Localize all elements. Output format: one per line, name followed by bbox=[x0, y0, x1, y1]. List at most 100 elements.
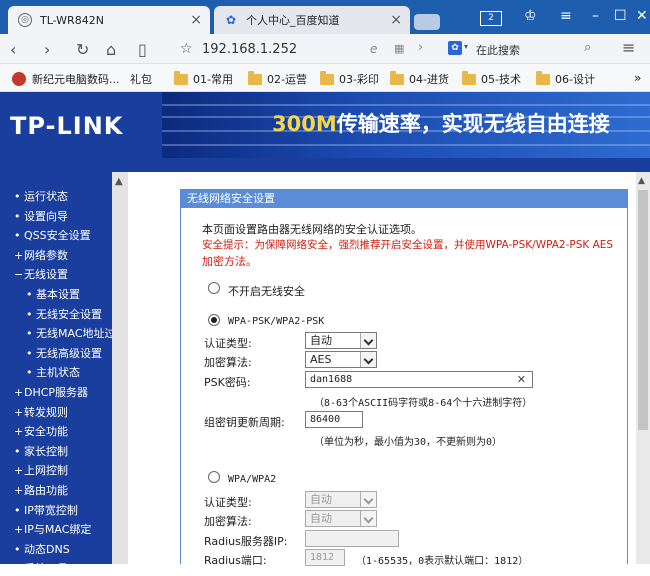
rekey-hint: （单位为秒，最小值为30，不更新则为0） bbox=[314, 437, 503, 448]
sidebar-item-label: 无线高级设置 bbox=[36, 346, 102, 360]
header-gap bbox=[0, 158, 650, 172]
shirt-skin-icon[interactable]: ♔ bbox=[524, 8, 537, 24]
radio-wpa-psk[interactable] bbox=[208, 314, 220, 326]
scroll-up-arrow-icon[interactable]: ▲ bbox=[115, 176, 123, 187]
option-wpa-label: WPA/WPA2 bbox=[228, 474, 277, 485]
sidebar-item-label: IP带宽控制 bbox=[24, 503, 78, 517]
hamburger-menu-icon[interactable]: ≡ bbox=[622, 38, 635, 57]
folder-icon bbox=[320, 70, 334, 85]
bookmark-folder-04[interactable]: 04-进货 bbox=[390, 70, 449, 87]
home-icon[interactable]: ⌂ bbox=[106, 40, 116, 59]
address-bar[interactable]: 192.168.1.252 bbox=[202, 42, 297, 57]
sidebar-scrollbar[interactable]: ▲ bbox=[112, 172, 128, 564]
reader-icon[interactable]: ▯ bbox=[138, 40, 147, 59]
sidebar-item[interactable]: +DHCP服务器 bbox=[14, 384, 88, 400]
back-icon[interactable]: ‹ bbox=[10, 40, 16, 59]
tab-tl-wr842n[interactable]: ◎ TL-WR842N × bbox=[8, 6, 210, 34]
psk-enc-select[interactable]: AES bbox=[305, 351, 377, 368]
bookmark-folder-03[interactable]: 03-彩印 bbox=[320, 70, 379, 87]
rekey-input[interactable]: 86400 bbox=[305, 411, 363, 428]
sidebar-item[interactable]: • 设置向导 bbox=[14, 208, 68, 224]
sidebar-item[interactable]: • QSS安全设置 bbox=[14, 227, 91, 243]
clear-icon[interactable]: ✕ bbox=[517, 372, 526, 387]
sidebar-item[interactable]: • 运行状态 bbox=[14, 188, 68, 204]
radius-port-input[interactable]: 1812 bbox=[305, 549, 345, 566]
dropdown-arrow-icon[interactable]: › bbox=[418, 40, 423, 55]
more-bookmarks-button[interactable]: » bbox=[634, 71, 641, 85]
sidebar-item[interactable]: +安全功能 bbox=[14, 423, 68, 439]
bookmark-folder-05[interactable]: 05-技术 bbox=[462, 70, 521, 87]
sidebar-item[interactable]: +转发规则 bbox=[14, 404, 68, 420]
sidebar-item[interactable]: −无线设置 bbox=[14, 266, 68, 282]
sidebar-item[interactable]: • 无线安全设置 bbox=[26, 306, 102, 322]
close-window-icon[interactable]: ✕ bbox=[636, 8, 648, 24]
sidebar-item[interactable]: • IP带宽控制 bbox=[14, 502, 78, 518]
search-input[interactable]: 在此搜索 bbox=[476, 42, 520, 58]
wpa-auth-label: 认证类型: bbox=[204, 496, 252, 509]
sidebar-item-label: 转发规则 bbox=[24, 405, 68, 419]
ie-mode-icon[interactable]: e bbox=[370, 42, 377, 56]
close-tab-icon[interactable]: × bbox=[390, 12, 402, 28]
search-box[interactable]: ✿ ▾ ⌕ bbox=[444, 39, 608, 60]
main-scrollbar[interactable]: ▲ bbox=[636, 172, 650, 564]
maximize-icon[interactable]: ☐ bbox=[614, 8, 627, 24]
bookmark-label: 05-技术 bbox=[481, 73, 521, 86]
sidebar-item-label: IP与MAC绑定 bbox=[24, 523, 92, 537]
menu-bullet-icon: + bbox=[14, 464, 24, 478]
folder-icon bbox=[390, 70, 404, 85]
star-icon[interactable]: ☆ bbox=[180, 41, 193, 57]
option-wpa-psk-label: WPA-PSK/WPA2-PSK bbox=[228, 316, 325, 327]
wpa-auth-select[interactable]: 自动 bbox=[305, 491, 377, 508]
psk-auth-select[interactable]: 自动 bbox=[305, 332, 377, 349]
wpa-enc-label: 加密算法: bbox=[204, 515, 252, 528]
sidebar-item[interactable]: • 主机状态 bbox=[26, 364, 80, 380]
tab-baidu-zhidao[interactable]: ✿ 个人中心_百度知道 × bbox=[214, 6, 410, 34]
scrollbar-thumb[interactable] bbox=[638, 190, 648, 430]
menu-icon[interactable]: ≡ bbox=[560, 8, 572, 24]
sidebar-item[interactable]: +IP与MAC绑定 bbox=[14, 521, 91, 537]
radius-ip-label: Radius服务器IP: bbox=[204, 535, 288, 548]
chevron-down-icon bbox=[360, 352, 376, 367]
sidebar-item[interactable]: • 无线高级设置 bbox=[26, 345, 102, 361]
engine-dropdown-icon[interactable]: ▾ bbox=[464, 42, 468, 51]
bookmark-gift[interactable]: 礼包 bbox=[130, 71, 152, 87]
new-tab-button[interactable] bbox=[414, 14, 440, 30]
sidebar-item-label: 网络参数 bbox=[24, 248, 68, 262]
bookmark-site[interactable]: 新纪元电脑数码... bbox=[12, 71, 120, 87]
baidu-search-icon[interactable]: ✿ bbox=[448, 41, 462, 55]
bookmark-folder-01[interactable]: 01-常用 bbox=[174, 70, 233, 87]
forward-icon[interactable]: › bbox=[44, 40, 50, 59]
security-warning-line1: 安全提示：为保障网络安全，强烈推荐开启安全设置，并使用WPA-PSK/WPA2-… bbox=[202, 239, 614, 251]
sidebar-item[interactable]: • 动态DNS bbox=[14, 541, 70, 557]
wpa-enc-select[interactable]: 自动 bbox=[305, 510, 377, 527]
menu-bullet-icon: + bbox=[14, 386, 24, 399]
menu-bullet-icon: • bbox=[14, 542, 21, 556]
radio-no-security[interactable] bbox=[208, 282, 220, 294]
sidebar-item[interactable]: +上网控制 bbox=[14, 462, 68, 478]
bookmark-folder-02[interactable]: 02-运营 bbox=[248, 70, 307, 87]
sidebar-item[interactable]: • 基本设置 bbox=[26, 286, 80, 302]
globe-icon: ◎ bbox=[18, 13, 32, 27]
search-icon[interactable]: ⌕ bbox=[584, 40, 591, 55]
sidebar-item-label: 安全功能 bbox=[24, 425, 68, 439]
qr-icon[interactable]: ▦ bbox=[394, 42, 404, 55]
sidebar-item-label: 家长控制 bbox=[24, 444, 68, 458]
sidebar-item-label: 上网控制 bbox=[24, 464, 68, 478]
sidebar-item-label: QSS安全设置 bbox=[24, 229, 91, 243]
radio-wpa[interactable] bbox=[208, 471, 220, 483]
sidebar-item[interactable]: +路由功能 bbox=[14, 482, 68, 498]
close-tab-icon[interactable]: × bbox=[190, 12, 202, 28]
rekey-label: 组密钥更新周期: bbox=[204, 416, 285, 429]
radius-ip-input[interactable] bbox=[305, 530, 399, 547]
sidebar-item[interactable]: +网络参数 bbox=[14, 247, 68, 263]
sidebar-item[interactable]: +系统工具 bbox=[14, 560, 68, 576]
tab-count-badge[interactable]: 2 bbox=[480, 11, 502, 26]
scroll-up-arrow-icon[interactable]: ▲ bbox=[638, 176, 645, 186]
menu-bullet-icon: + bbox=[14, 484, 24, 497]
sidebar-item[interactable]: • 家长控制 bbox=[14, 443, 68, 459]
minimize-icon[interactable]: – bbox=[592, 8, 599, 24]
bookmark-label: 新纪元电脑数码... bbox=[32, 73, 120, 86]
reload-icon[interactable]: ↻ bbox=[76, 40, 89, 59]
psk-key-input[interactable]: dan1688 ✕ bbox=[305, 371, 533, 388]
bookmark-folder-06[interactable]: 06-设计 bbox=[536, 70, 595, 87]
